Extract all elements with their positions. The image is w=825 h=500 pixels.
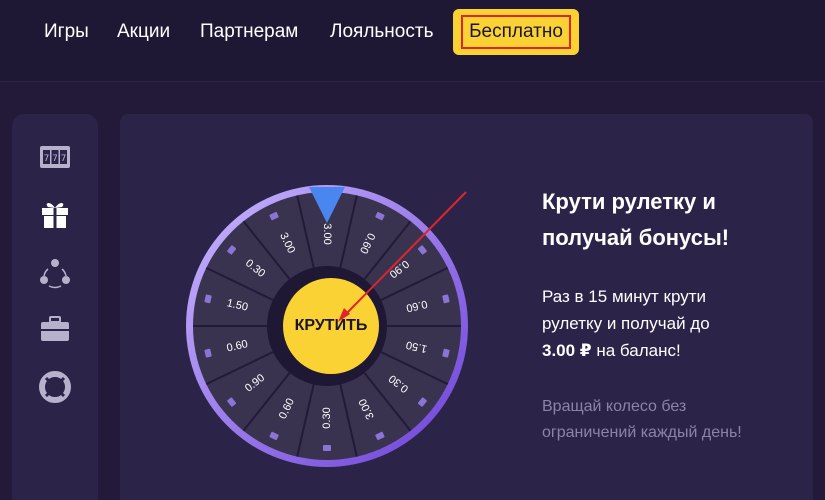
promo-max-amount: 3.00 ₽ <box>542 341 592 360</box>
briefcase-icon[interactable] <box>38 312 72 346</box>
top-navigation: Игры Акции Партнерам Лояльность Бесплатн… <box>0 0 825 82</box>
nav-free-button[interactable]: Бесплатно <box>453 9 579 55</box>
promo-text: Раз в 15 минут крути рулетку и получай д… <box>542 283 742 364</box>
wheel-segment-coin-icon <box>323 445 331 451</box>
wheel-segment-label: 0.30 <box>321 407 333 428</box>
lifebuoy-icon[interactable] <box>38 370 72 404</box>
promo-title: Крути рулетку и получай бонусы! <box>542 189 730 250</box>
referral-network-icon[interactable] <box>38 256 72 290</box>
svg-text:7: 7 <box>61 154 67 164</box>
promo-text-before: Раз в 15 минут крути рулетку и получай д… <box>542 287 710 333</box>
nav-promotions[interactable]: Акции <box>117 20 170 44</box>
gift-icon[interactable] <box>38 197 72 231</box>
sidebar: 7 7 7 <box>12 114 98 500</box>
svg-text:7: 7 <box>44 154 50 164</box>
nav-free-label: Бесплатно <box>461 15 571 49</box>
nav-loyalty[interactable]: Лояльность <box>330 20 433 44</box>
slot-machine-icon[interactable]: 7 7 7 <box>38 140 72 174</box>
promo-text-after: на баланс! <box>591 341 681 360</box>
nav-partners[interactable]: Партнерам <box>200 20 298 44</box>
nav-games[interactable]: Игры <box>44 20 89 44</box>
promo-note: Вращай колесо без ограничений каждый ден… <box>542 398 742 441</box>
spin-button[interactable]: КРУТИТЬ <box>283 278 379 374</box>
wheel-segment-label: 3.00 <box>321 223 333 244</box>
svg-text:7: 7 <box>52 154 58 164</box>
